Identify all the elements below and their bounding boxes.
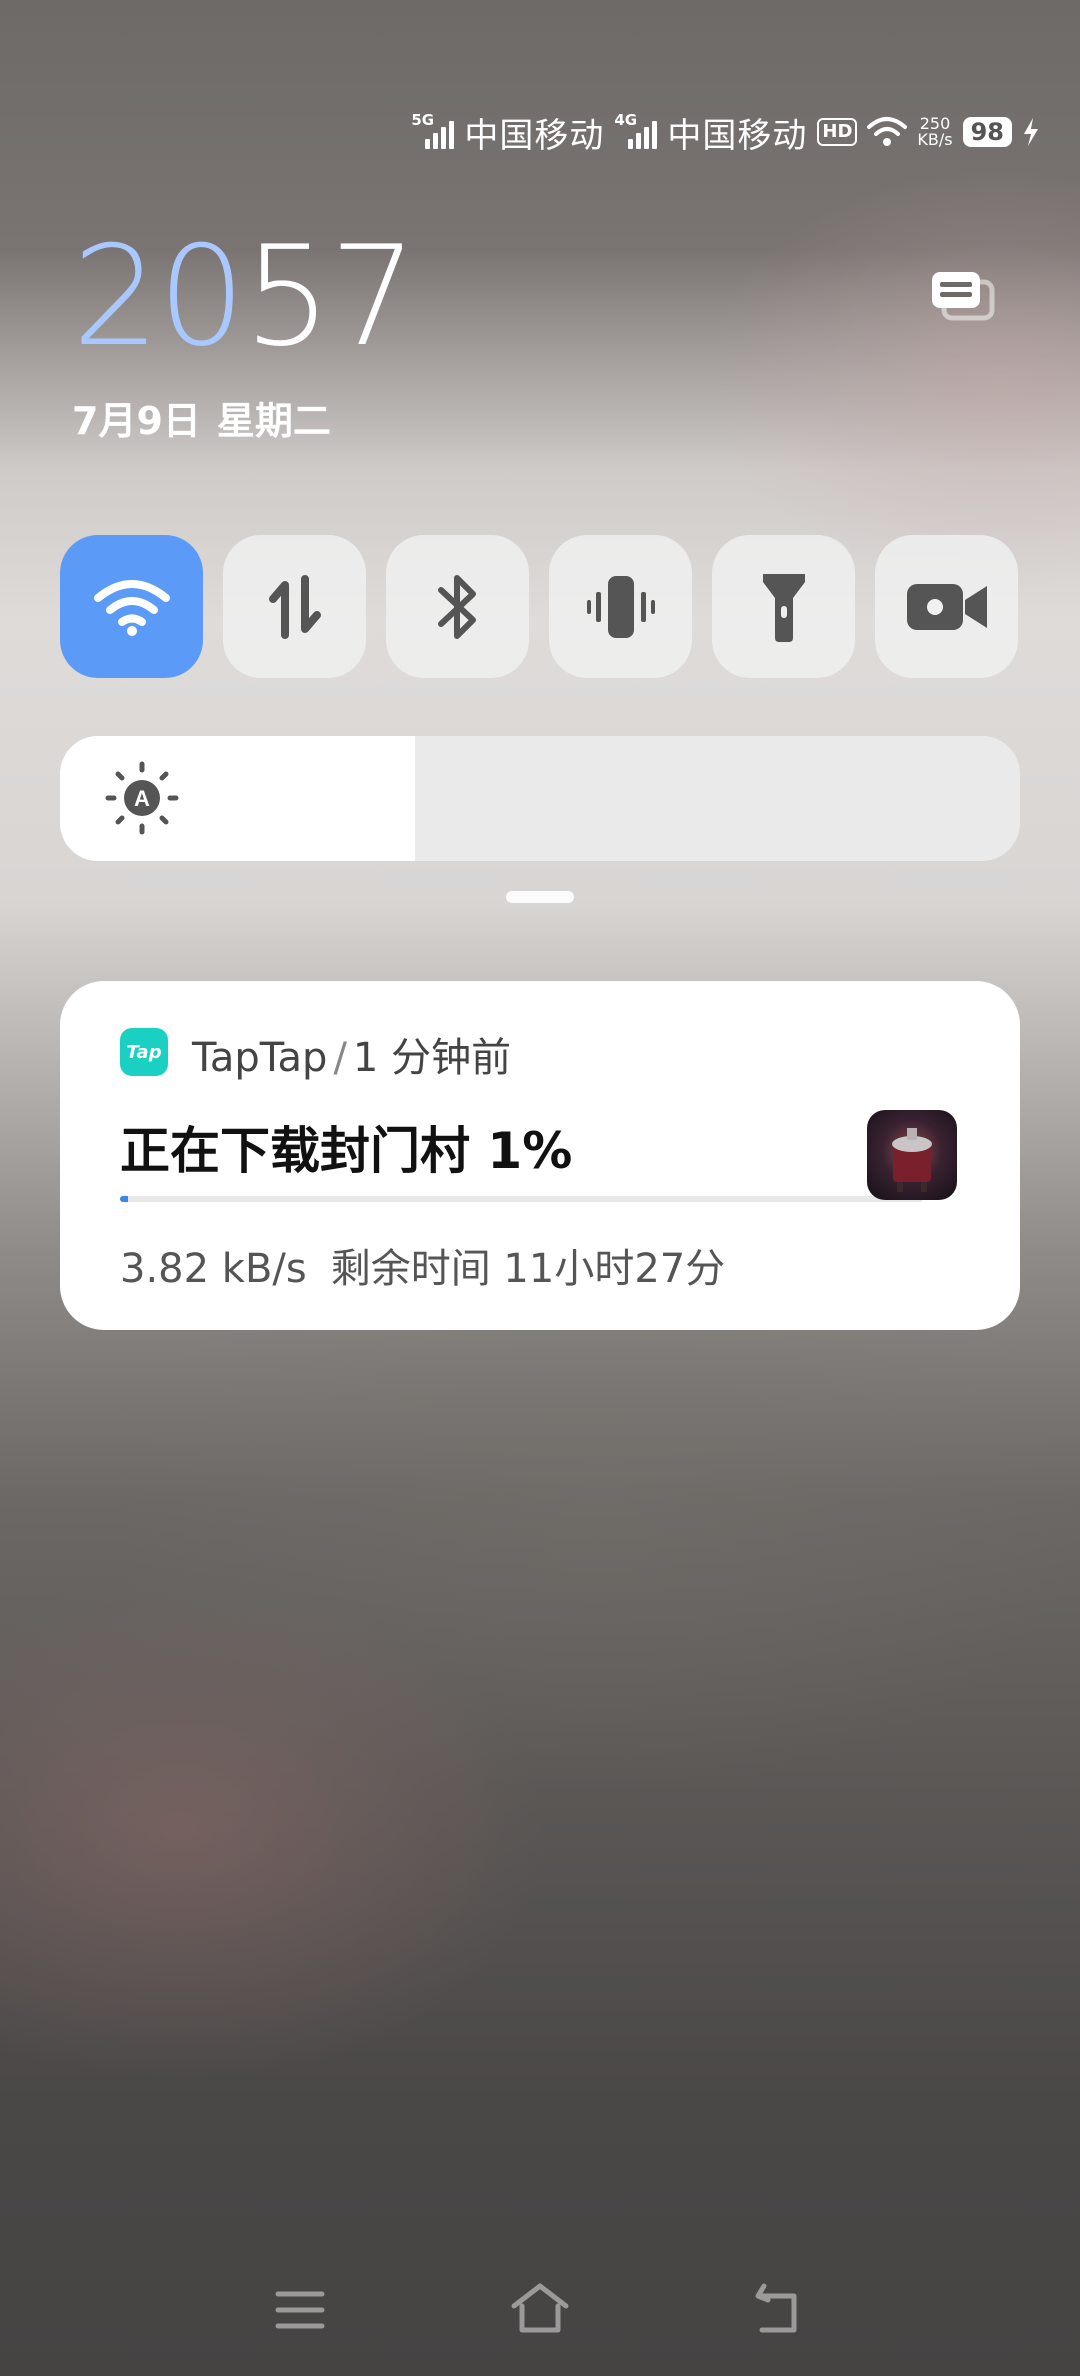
screen-record-toggle[interactable] — [875, 535, 1018, 678]
vibrate-toggle[interactable] — [549, 535, 692, 678]
sim1-signal-icon: 5G — [411, 111, 455, 149]
wifi-status-icon — [867, 117, 908, 146]
sim2-carrier: 中国移动 — [667, 115, 808, 156]
date-text: 7月9日 — [72, 399, 201, 443]
quick-toggles — [60, 535, 1018, 678]
home-icon[interactable] — [510, 2280, 570, 2340]
bluetooth-toggle[interactable] — [386, 535, 529, 678]
notification-app-name: TapTap — [192, 1035, 328, 1081]
notification-time: 1 分钟前 — [352, 1035, 512, 1081]
wifi-toggle[interactable] — [60, 535, 203, 678]
date[interactable]: 7月9日 星期二 — [72, 390, 331, 445]
notification-title: 正在下载封门村 1% — [120, 1122, 573, 1180]
auto-brightness-label: A — [134, 786, 150, 811]
clock-minutes: 57 — [243, 216, 418, 377]
game-thumbnail — [867, 1110, 957, 1200]
notification-details: 3.82 kB/s 剩余时间 11小时27分 — [120, 1236, 725, 1294]
clock[interactable]: 2057 — [72, 222, 417, 372]
screen-mirror-icon[interactable] — [930, 268, 996, 324]
flashlight-icon — [762, 573, 805, 642]
battery-level: 98 — [962, 117, 1012, 147]
status-bar: 5G 中国移动 4G 中国移动 HD 250 KB/s 98 — [411, 108, 1040, 156]
download-progress-fill — [120, 1196, 129, 1202]
bluetooth-icon — [437, 574, 476, 639]
mobile-data-icon — [268, 574, 321, 639]
flashlight-toggle[interactable] — [712, 535, 855, 678]
auto-brightness-icon[interactable]: A — [104, 760, 180, 836]
sim2-signal-icon: 4G — [614, 111, 658, 149]
network-speed: 250 KB/s — [917, 116, 952, 148]
download-notification[interactable]: Tap TapTap/1 分钟前 正在下载封门村 1% 3.82 kB/s 剩余时… — [60, 981, 1020, 1330]
game-artwork-icon — [892, 1128, 932, 1192]
navigation-bar — [0, 2270, 1080, 2350]
network-speed-unit: KB/s — [917, 130, 953, 149]
wifi-icon — [93, 579, 170, 636]
taptap-app-icon: Tap — [120, 1028, 168, 1076]
vibrate-icon — [586, 575, 655, 638]
download-progress-bar — [120, 1196, 923, 1202]
weekday-text: 星期二 — [216, 399, 331, 443]
sim1-carrier: 中国移动 — [464, 115, 605, 156]
panel-drag-handle[interactable] — [506, 891, 574, 903]
sim2-network-type: 4G — [614, 111, 638, 129]
video-camera-icon — [906, 583, 987, 630]
download-speed: 3.82 kB/s — [120, 1246, 307, 1292]
clock-hours: 20 — [72, 216, 246, 377]
brightness-slider[interactable]: A — [60, 736, 1020, 861]
notification-header: TapTap/1 分钟前 — [192, 1025, 511, 1083]
sim1-network-type: 5G — [411, 111, 435, 129]
back-icon[interactable] — [750, 2280, 810, 2340]
hd-badge: HD — [817, 118, 858, 146]
mobile-data-toggle[interactable] — [223, 535, 366, 678]
charging-icon — [1024, 118, 1038, 146]
menu-icon[interactable] — [270, 2280, 330, 2340]
time-remaining: 剩余时间 11小时27分 — [330, 1246, 726, 1292]
header-separator: / — [333, 1035, 347, 1081]
